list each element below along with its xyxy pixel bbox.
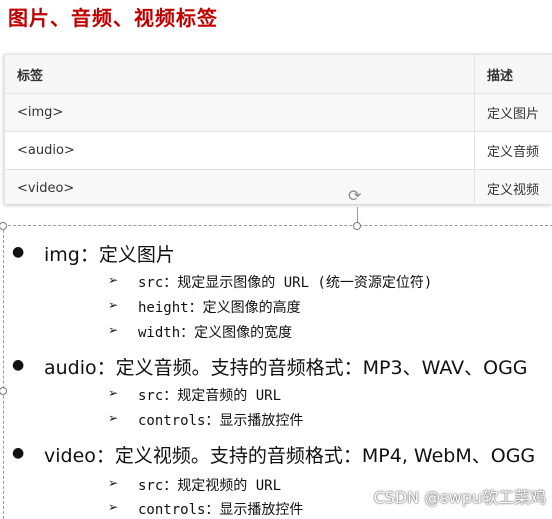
bullet-icon: ●	[12, 445, 24, 461]
cell-tag: <video>	[5, 170, 475, 205]
bullet-video: video：定义视频。支持的音频格式：MP4, WebM、OGG	[44, 441, 535, 468]
sub-item: height：定义图像的高度	[138, 297, 301, 317]
sub-item: src：规定显示图像的 URL (统一资源定位符)	[138, 272, 432, 292]
arrow-icon: ➢	[108, 273, 118, 287]
table-row: <video> 定义视频	[5, 170, 552, 205]
table-row: <img> 定义图片	[5, 94, 552, 132]
arrow-icon: ➢	[108, 323, 118, 337]
table-row: <audio> 定义音频	[5, 132, 552, 170]
sub-item: src：规定视频的 URL	[138, 475, 281, 495]
tags-table: 标签 描述 <img> 定义图片 <audio> 定义音频 <video> 定义…	[4, 54, 552, 204]
resize-handle-top[interactable]	[353, 222, 361, 230]
cell-description: 定义视频	[475, 170, 552, 205]
bullet-icon: ●	[12, 357, 24, 373]
bullet-icon: ●	[12, 244, 24, 260]
arrow-icon: ➢	[108, 500, 118, 514]
cell-tag: <audio>	[5, 132, 475, 170]
table-header-row: 标签 描述	[5, 55, 552, 94]
sub-item: controls：显示播放控件	[138, 499, 303, 519]
bullet-img: img：定义图片	[44, 240, 175, 267]
bullet-audio: audio：定义音频。支持的音频格式：MP3、WAV、OGG	[44, 353, 528, 380]
cell-description: 定义音频	[475, 132, 552, 170]
arrow-icon: ➢	[108, 386, 118, 400]
cell-tag: <img>	[5, 94, 475, 132]
page-title: 图片、音频、视频标签	[8, 2, 218, 31]
sub-item: controls：显示播放控件	[138, 410, 303, 430]
arrow-icon: ➢	[108, 476, 118, 490]
header-description: 描述	[475, 55, 552, 94]
sub-item: src：规定音频的 URL	[138, 385, 281, 405]
csdn-watermark: CSDN @swpu软工菜鸡	[374, 484, 546, 508]
rotate-handle-icon[interactable]: ⟳	[348, 188, 361, 204]
arrow-icon: ➢	[108, 298, 118, 312]
header-tag: 标签	[5, 55, 475, 94]
cell-description: 定义图片	[475, 94, 552, 132]
sub-item: width：定义图像的宽度	[138, 322, 292, 342]
arrow-icon: ➢	[108, 411, 118, 425]
